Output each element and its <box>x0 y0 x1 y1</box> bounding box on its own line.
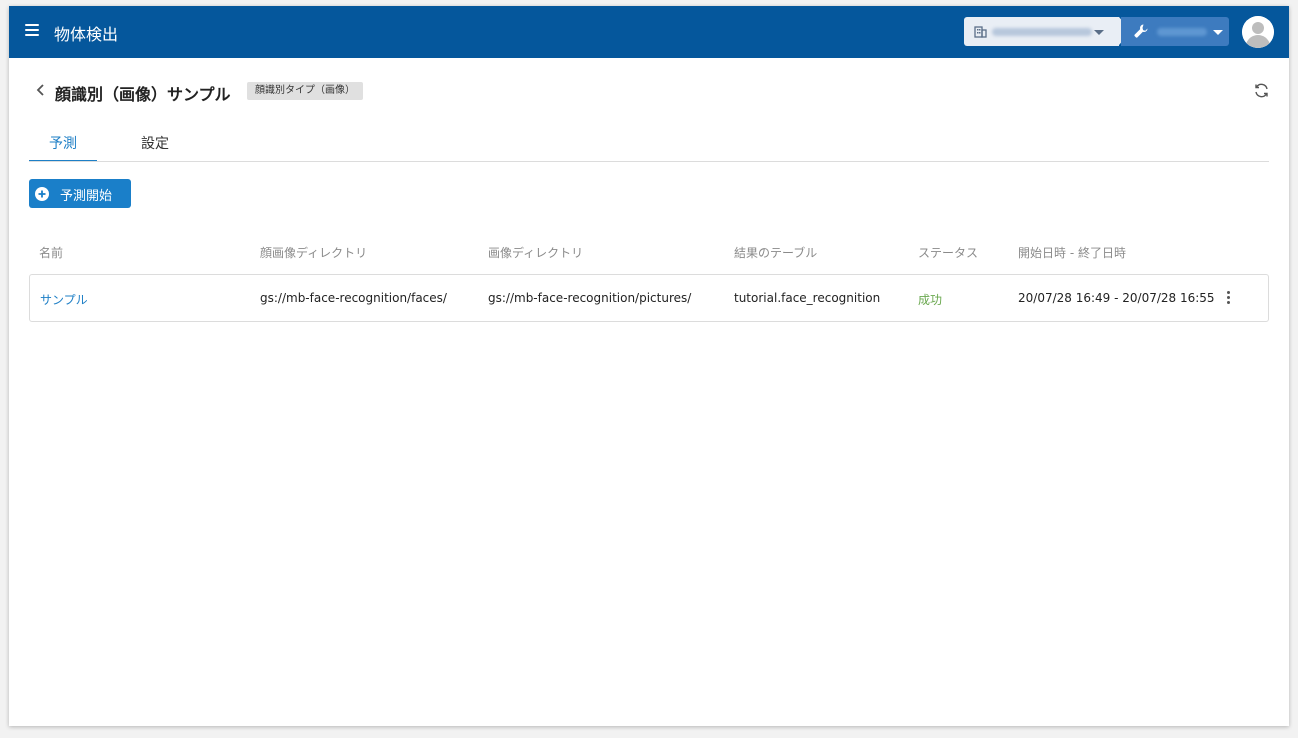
column-header-name: 名前 <box>39 246 64 260</box>
page-title: 顔識別（画像）サンプル <box>55 85 231 104</box>
column-header-result-table: 結果のテーブル <box>734 246 818 260</box>
app-title: 物体検出 <box>54 25 119 44</box>
column-header-image-dir: 画像ディレクトリ <box>488 246 584 260</box>
avatar[interactable] <box>1242 16 1274 48</box>
start-prediction-label: 予測開始 <box>60 189 113 204</box>
add-circle-icon <box>35 187 49 201</box>
project-name-redacted <box>1157 28 1207 36</box>
column-header-face-dir: 顔画像ディレクトリ <box>260 246 368 260</box>
avatar-icon <box>1242 16 1274 48</box>
more-vert-icon[interactable] <box>1222 291 1234 307</box>
menu-icon[interactable] <box>25 24 39 38</box>
row-period: 20/07/28 16:49 - 20/07/28 16:55 <box>1018 291 1215 305</box>
row-result-table: tutorial.face_recognition <box>734 291 881 305</box>
column-header-period: 開始日時 - 終了日時 <box>1018 246 1126 260</box>
building-icon <box>974 26 987 38</box>
organization-name-redacted <box>992 28 1092 36</box>
row-image-dir: gs://mb-face-recognition/pictures/ <box>488 291 692 305</box>
organization-selector[interactable] <box>964 17 1131 46</box>
row-name-link[interactable]: サンプル <box>40 291 88 308</box>
tabs-divider <box>29 161 1269 162</box>
refresh-icon[interactable] <box>1253 82 1270 99</box>
chevron-down-icon <box>1213 30 1223 35</box>
table-row[interactable]: サンプル gs://mb-face-recognition/faces/ gs:… <box>29 274 1269 322</box>
wrench-icon <box>1134 24 1148 38</box>
start-prediction-button[interactable]: 予測開始 <box>29 179 131 208</box>
chevron-down-icon <box>1094 30 1104 35</box>
tab-predict[interactable]: 予測 <box>29 133 97 162</box>
app-window: 物体検出 顔識別（画像）サンプル 顔識別タイプ（画像） 予測 設定 予測開始 名… <box>9 6 1289 726</box>
app-bar: 物体検出 <box>9 6 1289 58</box>
column-header-status: ステータス <box>918 246 979 260</box>
project-selector[interactable] <box>1121 17 1229 46</box>
tab-settings[interactable]: 設定 <box>121 133 189 161</box>
back-icon[interactable] <box>35 83 45 97</box>
row-face-dir: gs://mb-face-recognition/faces/ <box>260 291 447 305</box>
type-badge: 顔識別タイプ（画像） <box>247 82 363 100</box>
status-badge: 成功 <box>918 293 943 307</box>
